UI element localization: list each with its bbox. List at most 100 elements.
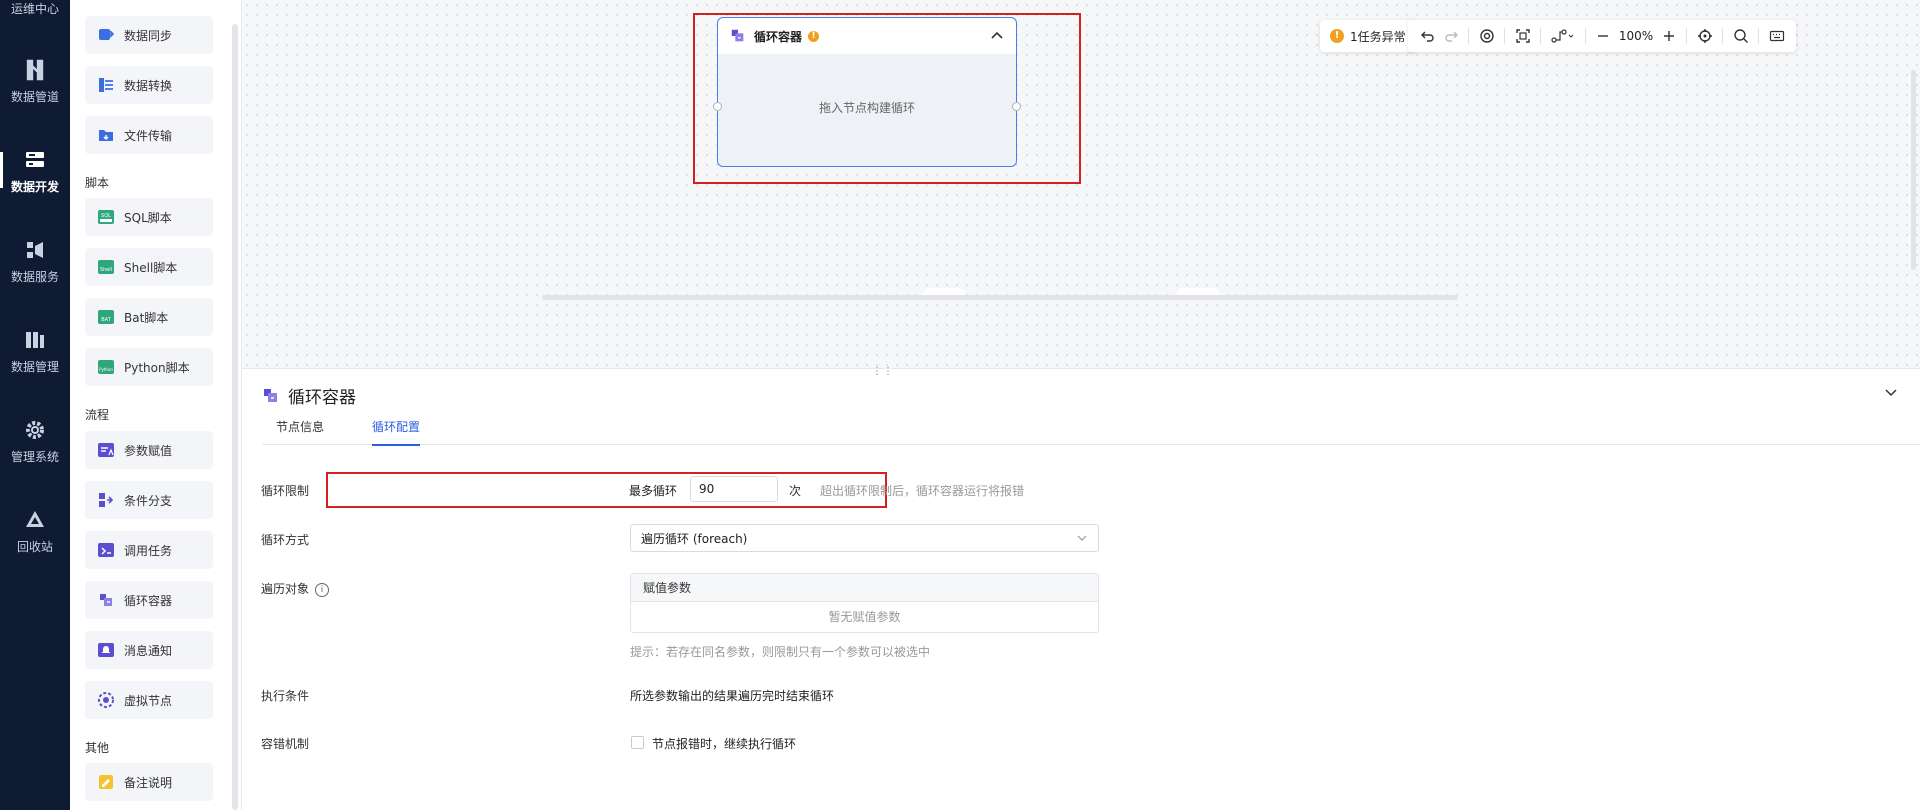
canvas-horizontal-scrollbar[interactable] — [542, 295, 1458, 300]
service-icon — [27, 242, 43, 258]
loop-limit-hint: 超出循环限制后，循环容器运行将报错 — [820, 484, 1025, 498]
palette-item-data-transform[interactable]: 数据转换 — [85, 66, 213, 104]
highlight-box-limit — [326, 472, 887, 508]
palette-item-bat-script[interactable]: BAT Bat脚本 — [85, 298, 213, 336]
palette-item-data-sync[interactable]: 数据同步 — [85, 16, 213, 54]
fit-view-button[interactable] — [1511, 23, 1534, 49]
info-icon[interactable]: i — [315, 582, 330, 597]
toolbar-divider — [1468, 28, 1470, 44]
svg-text:SQL: SQL — [101, 213, 111, 219]
exec-condition-text: 所选参数输出的结果遍历完时结束循环 — [630, 689, 835, 703]
nav-item-label: 数据服务 — [10, 270, 59, 284]
iterate-target-label-wrap: 遍历对象 i — [261, 580, 330, 597]
minimap-button[interactable] — [1765, 23, 1788, 49]
loop-container-node[interactable]: 循环容器 ! 拖入节点构建循环 — [713, 17, 1021, 167]
loop-limit-input[interactable] — [690, 476, 778, 502]
nav-item-recycle[interactable]: 回收站 — [0, 490, 70, 570]
palette-item-python-script[interactable]: Python Python脚本 — [85, 348, 213, 386]
tab-loop-config[interactable]: 循环配置 — [358, 409, 434, 446]
crosshair-icon — [1697, 29, 1712, 43]
resize-handle[interactable]: ⋮⋮ — [872, 366, 894, 377]
loop-container-icon — [100, 594, 112, 606]
layout-button[interactable] — [1475, 23, 1498, 49]
zoom-out-button[interactable] — [1592, 23, 1615, 49]
palette-item-label: Shell脚本 — [124, 260, 178, 275]
chevron-down-icon[interactable] — [1884, 385, 1898, 399]
redo-icon — [1444, 31, 1458, 42]
palette-item-note[interactable]: 备注说明 — [85, 763, 213, 801]
continue-on-error-label[interactable]: 节点报错时，继续执行循环 — [652, 735, 796, 752]
nav-item-dev[interactable]: 数据开发 — [0, 130, 70, 210]
palette-item-sql-script[interactable]: SQL SQL脚本 — [85, 198, 213, 236]
nav-item-system[interactable]: 管理系统 — [0, 400, 70, 480]
palette-item-label: 备注说明 — [124, 775, 173, 790]
loop-mode-value: 遍历循环 (foreach) — [641, 531, 748, 546]
canvas-vertical-scrollbar[interactable] — [1911, 70, 1916, 270]
loop-limit-unit: 次 — [789, 484, 802, 498]
palette-item-label: 调用任务 — [124, 543, 173, 558]
nav-item-service[interactable]: 数据服务 — [0, 220, 70, 300]
search-button[interactable] — [1729, 23, 1752, 49]
palette-item-call-task[interactable]: 调用任务 — [85, 531, 213, 569]
chevron-down-icon — [1077, 535, 1087, 541]
zoom-in-button[interactable] — [1657, 23, 1680, 49]
nav-item-label: 管理系统 — [10, 450, 59, 464]
file-transfer-icon — [99, 130, 113, 141]
node-output-port[interactable] — [1012, 102, 1021, 111]
pipeline-icon — [26, 59, 44, 81]
nav-top-label[interactable]: 运维中心 — [0, 0, 70, 17]
palette-item-label: 条件分支 — [124, 493, 173, 508]
workflow-canvas[interactable]: 循环容器 ! 拖入节点构建循环 ! 1任务异常 100% — [242, 0, 1920, 368]
palette-item-virtual-node[interactable]: 虚拟节点 — [85, 681, 213, 719]
keyboard-icon — [1769, 30, 1784, 42]
node-input-port[interactable] — [713, 102, 722, 111]
nav-item-label: 回收站 — [16, 540, 53, 554]
loop-mode-label: 循环方式 — [261, 533, 310, 547]
zoom-level: 100% — [1618, 29, 1654, 43]
table-header: 赋值参数 — [631, 574, 1098, 602]
fault-tolerance-label: 容错机制 — [261, 737, 310, 751]
undo-button[interactable] — [1416, 23, 1439, 49]
branch-icon — [99, 493, 114, 507]
nav-item-manage[interactable]: 数据管理 — [0, 310, 70, 390]
task-alert-text: 1任务异常 — [1350, 29, 1406, 44]
toolbar-divider — [1758, 28, 1759, 44]
group-flow-heading: 流程 — [85, 408, 110, 422]
nav-item-pipeline[interactable]: 数据管道 — [0, 40, 70, 120]
palette-item-label: 文件传输 — [124, 128, 173, 143]
data-transform-icon — [99, 78, 113, 92]
nav-item-label: 数据管道 — [10, 90, 59, 104]
palette-item-label: 循环容器 — [124, 593, 173, 608]
svg-text:Shell: Shell — [100, 267, 112, 273]
table-empty-text: 暂无赋值参数 — [828, 610, 901, 624]
python-script-icon: Python — [98, 360, 114, 374]
warning-icon: ! — [1330, 29, 1344, 43]
loop-mode-select[interactable]: 遍历循环 (foreach) — [630, 524, 1099, 552]
tab-node-info[interactable]: 节点信息 — [262, 409, 338, 445]
param-assign-icon — [98, 443, 114, 457]
palette-item-loop-container[interactable]: 循环容器 — [85, 581, 213, 619]
task-alert-badge[interactable]: ! 1任务异常 — [1320, 20, 1416, 52]
connector-style-button[interactable] — [1547, 23, 1579, 49]
palette-item-shell-script[interactable]: Shell Shell脚本 — [85, 248, 213, 286]
minus-icon — [1598, 35, 1609, 37]
palette-item-file-transfer[interactable]: 文件传输 — [85, 116, 213, 154]
exec-condition-label: 执行条件 — [261, 689, 310, 703]
palette-item-label: SQL脚本 — [124, 210, 172, 225]
locate-button[interactable] — [1693, 23, 1716, 49]
loop-limit-prefix: 最多循环 — [629, 484, 678, 498]
palette-item-condition-branch[interactable]: 条件分支 — [85, 481, 213, 519]
continue-on-error-checkbox[interactable] — [631, 736, 644, 749]
palette-scrollbar[interactable] — [232, 24, 238, 810]
notification-icon — [98, 643, 114, 657]
palette-item-param-assign[interactable]: 参数赋值 — [85, 431, 213, 469]
dev-icon — [26, 152, 44, 167]
main-nav: 运维中心 数据管道 数据开发 数据服务 数据管理 管理系统 回收站 — [0, 0, 70, 810]
node-header: 循环容器 ! — [718, 18, 1016, 54]
palette-item-notification[interactable]: 消息通知 — [85, 631, 213, 669]
toolbar-divider — [1584, 28, 1586, 44]
node-detail-panel: ⋮⋮ 循环容器 节点信息 循环配置 循环限制 最多循环 次 超出循环限制后，循环… — [242, 366, 1920, 810]
redo-button[interactable] — [1439, 23, 1462, 49]
chevron-up-icon[interactable] — [990, 29, 1004, 43]
warning-icon: ! — [808, 30, 820, 42]
